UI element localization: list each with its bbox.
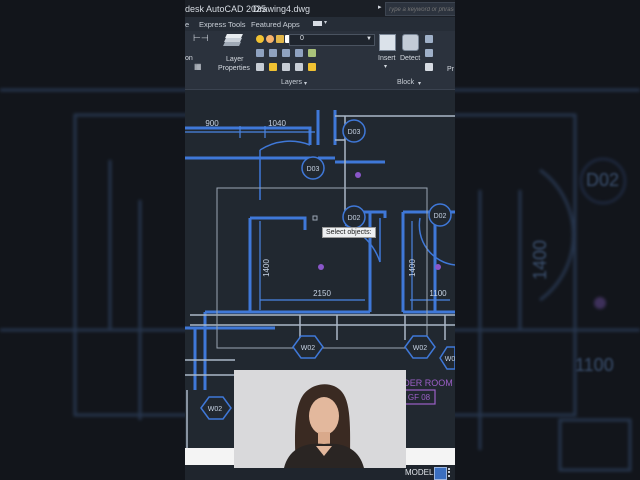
webcam-overlay xyxy=(234,370,406,468)
layer-tool-1-icon[interactable] xyxy=(256,49,264,57)
layer-bulb-icon[interactable] xyxy=(256,35,264,43)
tab-express-tools[interactable]: Express Tools xyxy=(199,20,246,29)
layer-lock-icon[interactable] xyxy=(276,35,284,43)
layer-combo[interactable]: 0 ▼ xyxy=(289,34,375,46)
title-bar: desk AutoCAD 2025 Drawing4.dwg ▸ xyxy=(185,0,455,17)
layer-properties-label-1[interactable]: Layer xyxy=(226,56,244,63)
search-box[interactable] xyxy=(385,2,455,16)
detect-icon[interactable] xyxy=(402,34,419,51)
tag-d02-left: D02 xyxy=(348,215,361,222)
dim-1400-left: 1400 xyxy=(262,259,271,277)
block-tool-2-icon[interactable] xyxy=(425,49,433,57)
background-label-1400: 1400 xyxy=(530,239,550,280)
model-space-button[interactable]: MODEL xyxy=(405,468,433,477)
layer-tool-10-icon[interactable] xyxy=(308,63,316,71)
tag-d03-middle: D03 xyxy=(307,166,320,173)
block-tool-3-icon[interactable] xyxy=(425,63,433,71)
room-code-text: GF 08 xyxy=(408,393,431,402)
layer-tool-3-icon[interactable] xyxy=(282,49,290,57)
ribbon-tabs: e Express Tools Featured Apps ▾ xyxy=(185,17,455,31)
room-name-text: DER ROOM xyxy=(403,378,453,388)
tab-options-caret-icon[interactable]: ▾ xyxy=(324,19,327,26)
layer-combo-caret-icon[interactable]: ▼ xyxy=(366,36,372,42)
file-title: Drawing4.dwg xyxy=(253,4,311,14)
search-input[interactable] xyxy=(386,4,455,16)
dim-1400-right: 1400 xyxy=(408,259,417,277)
tag-w02-bottom: W02 xyxy=(208,406,223,413)
presenter-video xyxy=(234,370,406,468)
tag-w02-left: W02 xyxy=(301,345,316,352)
layer-properties-label-2[interactable]: Properties xyxy=(218,65,250,72)
dim-2150: 2150 xyxy=(313,289,331,298)
detect-label[interactable]: Detect xyxy=(400,55,420,62)
insert-icon[interactable] xyxy=(379,34,396,51)
tab-partial[interactable]: e xyxy=(185,20,189,29)
block-panel-caret-icon[interactable]: ▾ xyxy=(418,80,421,87)
layer-tool-9-icon[interactable] xyxy=(295,63,303,71)
background-label-d02: D02 xyxy=(586,170,620,190)
insert-label[interactable]: Insert xyxy=(378,55,396,62)
dim-900: 900 xyxy=(205,119,219,128)
layer-properties-icon[interactable] xyxy=(223,34,243,48)
background-label-1100: 1100 xyxy=(575,355,614,375)
tab-featured-apps[interactable]: Featured Apps xyxy=(251,20,300,29)
layer-tool-4-icon[interactable] xyxy=(295,49,303,57)
grid-toggle-icon[interactable] xyxy=(434,467,447,480)
dim-1040: 1040 xyxy=(268,119,286,128)
table-tool-icon[interactable]: ▦ xyxy=(194,62,202,71)
ribbon-left-cut-label: on xyxy=(185,55,193,62)
layer-tool-5-icon[interactable] xyxy=(308,49,316,57)
tag-d02-right: D02 xyxy=(434,213,447,220)
layers-panel-caret-icon[interactable]: ▾ xyxy=(304,80,307,87)
layer-tool-2-icon[interactable] xyxy=(269,49,277,57)
select-objects-tooltip: Select objects: xyxy=(322,227,376,238)
tag-w02-right: W02 xyxy=(413,345,428,352)
drawing-text: 900 1040 1400 1400 2150 1100 D03 D03 D02… xyxy=(205,119,455,413)
ribbon-right-cut-label: Pr xyxy=(447,66,454,73)
tag-w0-edge: W0 xyxy=(445,356,455,363)
dimension-tool-icon[interactable]: ⊢⊣ xyxy=(193,33,209,44)
layer-tool-7-icon[interactable] xyxy=(269,63,277,71)
insert-caret-icon[interactable]: ▾ xyxy=(384,63,387,70)
block-tool-1-icon[interactable] xyxy=(425,35,433,43)
snap-toggle-icon[interactable] xyxy=(448,468,455,477)
tab-options-icon[interactable] xyxy=(313,21,322,26)
layer-sun-icon[interactable] xyxy=(266,35,274,43)
layer-tool-6-icon[interactable] xyxy=(256,63,264,71)
layers-panel-label[interactable]: Layers xyxy=(281,79,302,86)
block-panel-label[interactable]: Block xyxy=(397,79,414,86)
ribbon: on ⊢⊣ ▦ Layer Properties 0 ▼ Layers ▾ In… xyxy=(185,31,455,90)
layer-combo-value: 0 xyxy=(300,35,304,42)
dim-1100: 1100 xyxy=(429,289,447,298)
layer-tool-8-icon[interactable] xyxy=(282,63,290,71)
door-swings xyxy=(259,140,455,266)
tag-d03-top: D03 xyxy=(348,129,361,136)
help-caret-icon[interactable]: ▸ xyxy=(378,3,382,11)
